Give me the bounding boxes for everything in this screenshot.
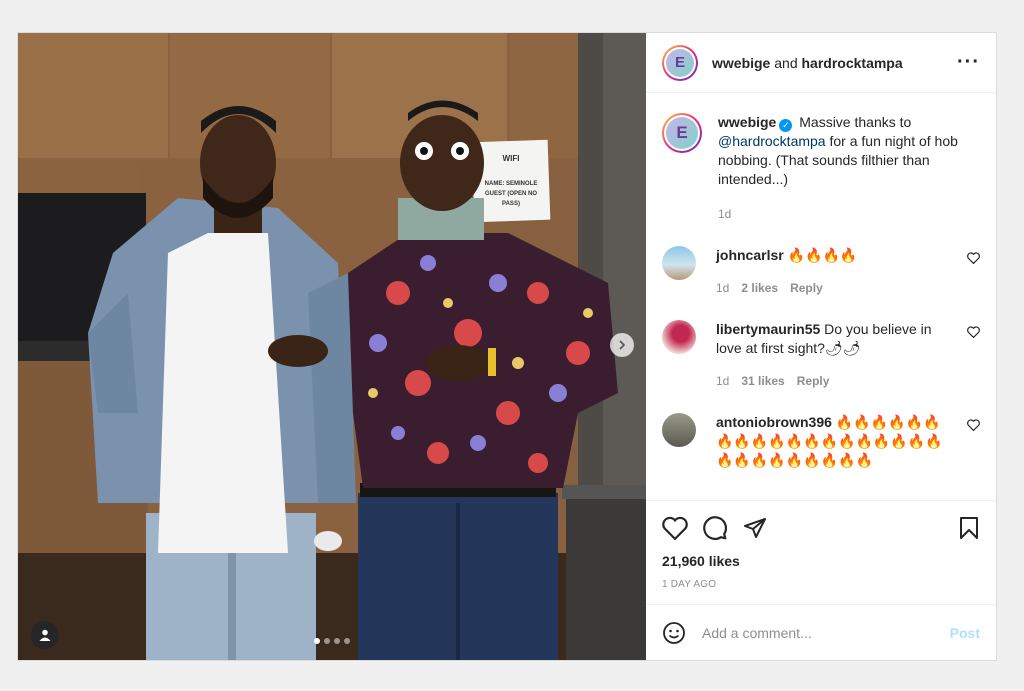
header-user1[interactable]: wwebige	[712, 55, 770, 71]
avatar[interactable]	[662, 413, 696, 447]
sign-line-2: NAME: SEMINOLE	[485, 181, 538, 187]
like-comment-heart-icon[interactable]	[967, 419, 980, 431]
comment-item: antoniobrown396 🔥🔥🔥🔥🔥🔥🔥🔥🔥🔥🔥🔥🔥🔥🔥🔥🔥🔥🔥🔥🔥🔥🔥🔥…	[662, 413, 980, 470]
post-side-panel: E wwebige and hardrocktampa ··· E wwebig…	[646, 33, 996, 660]
avatar[interactable]	[662, 246, 696, 280]
next-photo-button[interactable]	[610, 333, 634, 357]
reply-button[interactable]: Reply	[790, 281, 823, 295]
caption: E wwebige ✓ Massive thanks to @hardrockta…	[662, 113, 980, 224]
header-user2[interactable]: hardrocktampa	[802, 55, 903, 71]
comment-text: 🔥🔥🔥🔥	[787, 247, 858, 263]
post-photo[interactable]: WIFI NAME: SEMINOLE GUEST (OPEN NO PASS)	[18, 33, 646, 660]
sign-line-1: WIFI	[503, 154, 520, 163]
verified-badge-icon: ✓	[779, 119, 793, 132]
post-comment-button[interactable]: Post	[950, 625, 980, 641]
caption-time: 1d	[718, 207, 732, 221]
more-options-icon[interactable]: ···	[957, 51, 980, 74]
carousel-dots	[314, 638, 350, 644]
like-count[interactable]: 21,960 likes	[662, 553, 980, 569]
like-comment-heart-icon[interactable]	[967, 326, 980, 338]
post-header: E wwebige and hardrocktampa ···	[646, 33, 996, 93]
post-actions: 21,960 likes 1 DAY AGO	[646, 500, 996, 590]
comment-likes[interactable]: 2 likes	[741, 281, 778, 295]
save-bookmark-icon[interactable]	[958, 516, 980, 540]
caption-username[interactable]: wwebige	[718, 114, 776, 130]
post-modal: WIFI NAME: SEMINOLE GUEST (OPEN NO PASS)	[17, 32, 997, 661]
comment-username[interactable]: libertymaurin55	[716, 321, 820, 337]
header-and: and	[774, 54, 798, 71]
tagged-users-button[interactable]	[31, 621, 59, 649]
carousel-dot	[314, 638, 320, 644]
reply-button[interactable]: Reply	[797, 374, 830, 388]
person-icon	[39, 629, 51, 641]
avatar[interactable]: E	[662, 44, 698, 81]
comment-input[interactable]: Add a comment...	[702, 625, 950, 641]
avatar[interactable]: E	[662, 113, 702, 153]
carousel-dot	[324, 638, 330, 644]
share-paper-plane-icon[interactable]	[742, 516, 768, 540]
caption-text-before: Massive thanks to	[799, 114, 912, 130]
like-heart-icon[interactable]	[662, 516, 688, 540]
comment-item: johncarlsr 🔥🔥🔥🔥 1d 2 likes Reply	[662, 246, 980, 298]
photo-illustration: WIFI NAME: SEMINOLE GUEST (OPEN NO PASS)	[18, 33, 646, 660]
caption-mention[interactable]: @hardrocktampa	[718, 133, 826, 149]
avatar[interactable]	[662, 320, 696, 354]
comment-username[interactable]: johncarlsr	[716, 247, 784, 263]
comment-time: 1d	[716, 281, 730, 295]
carousel-dot	[334, 638, 340, 644]
carousel-dot	[344, 638, 350, 644]
chevron-right-icon	[619, 340, 626, 350]
sign-line-3: GUEST (OPEN NO	[485, 191, 537, 197]
comment-username[interactable]: antoniobrown396	[716, 414, 832, 430]
comment-likes[interactable]: 31 likes	[741, 374, 784, 388]
emoji-icon[interactable]	[662, 621, 686, 645]
add-comment-bar: Add a comment... Post	[646, 604, 996, 660]
comment-item: libertymaurin55 Do you believe in love a…	[662, 320, 980, 391]
sign-line-4: PASS)	[502, 201, 520, 207]
comment-bubble-icon[interactable]	[702, 515, 728, 541]
comments-list: E wwebige ✓ Massive thanks to @hardrockta…	[646, 93, 996, 500]
header-usernames: wwebige and hardrocktampa	[712, 55, 903, 71]
post-time: 1 DAY AGO	[662, 579, 717, 590]
comment-time: 1d	[716, 374, 730, 388]
like-comment-heart-icon[interactable]	[967, 252, 980, 264]
